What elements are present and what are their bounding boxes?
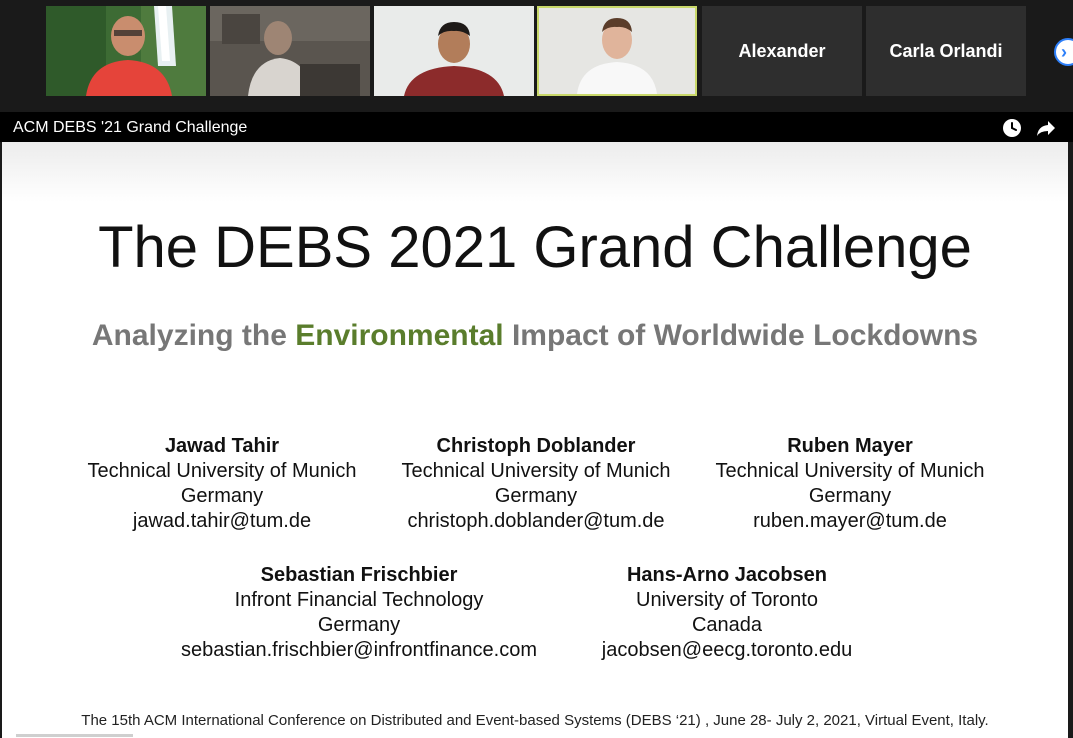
author-block: Christoph Doblander Technical University… (366, 434, 706, 534)
participant-strip: Alexander Carla Orlandi › (0, 0, 1073, 104)
participant-tile-2[interactable] (210, 6, 370, 96)
chevron-right-icon: › (1061, 42, 1067, 62)
author-affiliation: Technical University of Munich (715, 460, 985, 482)
share-arrow-icon[interactable] (1035, 117, 1057, 139)
author-country: Germany (808, 485, 892, 507)
participant-tile-5[interactable]: Alexander (702, 6, 862, 96)
participant-tile-6[interactable]: Carla Orlandi (866, 6, 1026, 96)
author-country: Germany (317, 614, 401, 636)
author-country: Germany (180, 485, 264, 507)
participant-video-4 (539, 8, 695, 94)
author-name: Christoph Doblander (436, 435, 636, 457)
slide-title: The DEBS 2021 Grand Challenge (98, 215, 972, 280)
author-affiliation: Technical University of Munich (401, 460, 671, 482)
clock-icon[interactable] (1001, 117, 1023, 139)
participant-name: Carla Orlandi (889, 40, 1003, 61)
author-name: Ruben Mayer (787, 435, 913, 457)
next-participants-button[interactable]: › (1054, 38, 1073, 66)
slide-shade (2, 142, 1068, 202)
slide-subtitle: Analyzing the Environmental Impact of Wo… (2, 319, 1068, 353)
participant-video-3 (374, 6, 534, 96)
author-block: Ruben Mayer Technical University of Muni… (680, 434, 1020, 534)
author-name: Sebastian Frischbier (260, 564, 458, 586)
author-email: sebastian.frischbier@infrontfinance.com (180, 639, 538, 661)
subtitle-end: Impact of Worldwide Lockdowns (511, 319, 979, 352)
shared-slide: The DEBS 2021 Grand Challenge Analyzing … (2, 142, 1068, 738)
participant-name: Alexander (738, 40, 826, 61)
author-name: Hans-Arno Jacobsen (626, 564, 828, 586)
subtitle-highlight: Environmental (295, 319, 504, 352)
participant-tile-1[interactable] (46, 6, 206, 96)
author-country: Germany (494, 485, 578, 507)
slide-footer: The 15th ACM International Conference on… (81, 712, 989, 729)
author-block: Sebastian Frischbier Infront Financial T… (159, 563, 559, 663)
author-block: Hans-Arno Jacobsen University of Toronto… (557, 563, 897, 663)
author-affiliation: Technical University of Munich (87, 460, 357, 482)
participant-video-1 (46, 6, 206, 96)
author-email: ruben.mayer@tum.de (753, 510, 947, 532)
author-country: Canada (691, 614, 763, 636)
participant-tile-4-active-speaker[interactable] (537, 6, 697, 96)
participant-video-2 (210, 6, 370, 96)
slide-progress-bar (16, 734, 133, 737)
author-name: Jawad Tahir (164, 435, 280, 457)
author-email: christoph.doblander@tum.de (407, 510, 665, 532)
author-email: jacobsen@eecg.toronto.edu (601, 639, 853, 661)
screen-share-bar: ACM DEBS '21 Grand Challenge (0, 112, 1073, 142)
author-block: Jawad Tahir Technical University of Muni… (52, 434, 392, 534)
author-email: jawad.tahir@tum.de (132, 510, 312, 532)
subtitle-start: Analyzing the (91, 319, 287, 352)
screen-share-title: ACM DEBS '21 Grand Challenge (13, 119, 248, 136)
author-affiliation: Infront Financial Technology (234, 589, 484, 611)
author-affiliation: University of Toronto (636, 589, 818, 611)
participant-tile-3[interactable] (374, 6, 534, 96)
